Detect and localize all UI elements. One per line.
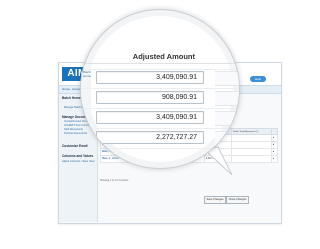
lens-content: Batch Home Adjusted Amount 3,409,090.91 … [81, 10, 239, 168]
lens-sidebar-fragment: Batch Home [81, 64, 91, 168]
adjusted-amount-input[interactable]: 2,272,727.27 [96, 131, 204, 144]
lens-sidebar-label: Batch Home [83, 70, 92, 78]
adjacent-cell [215, 131, 239, 146]
row-divider [81, 128, 239, 129]
adjusted-amount-input[interactable]: 3,409,090.91 [96, 71, 204, 84]
header-divider [81, 63, 239, 64]
adjacent-cell [215, 91, 239, 106]
adjusted-amount-header: Adjusted Amount [132, 52, 195, 61]
adjusted-amount-input[interactable]: 908,090.91 [96, 91, 204, 104]
row-divider [81, 108, 239, 109]
magnifier-lens: Batch Home Adjusted Amount 3,409,090.91 … [80, 9, 240, 169]
row-divider [81, 148, 239, 149]
adjacent-cell [215, 111, 239, 126]
row-divider [81, 88, 239, 89]
adjusted-amount-input[interactable]: 3,409,090.91 [96, 111, 204, 124]
row-divider [81, 69, 239, 70]
adjacent-cell [215, 71, 239, 86]
